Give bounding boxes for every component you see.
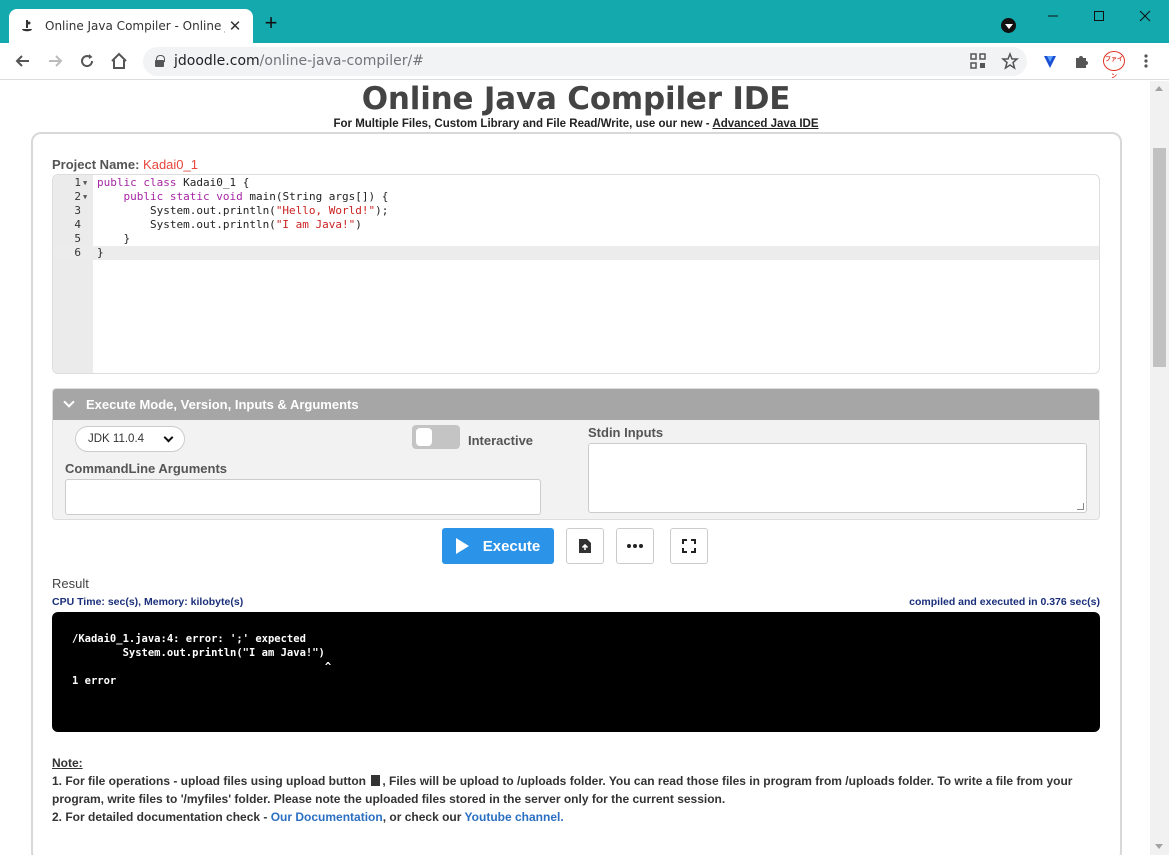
toggle-knob: [416, 428, 432, 446]
chevron-down-icon: [64, 398, 74, 408]
upload-file-button[interactable]: [566, 528, 604, 564]
browser-tab[interactable]: Online Java Compiler - Online Ja ✕: [9, 9, 253, 43]
maximize-icon[interactable]: [1089, 6, 1109, 26]
browser-titlebar: Online Java Compiler - Online Ja ✕ +: [0, 0, 1169, 43]
fullscreen-icon: [682, 539, 696, 553]
bookmark-star-icon[interactable]: [1001, 51, 1019, 70]
page-scrollbar[interactable]: [1150, 81, 1169, 855]
fold-arrow-icon[interactable]: ▼: [83, 190, 87, 204]
interactive-toggle[interactable]: [412, 425, 460, 449]
code-line[interactable]: 2 ▼ public static void main(String args[]…: [53, 190, 1099, 204]
note-heading: Note:: [52, 756, 83, 770]
extension-heart-icon[interactable]: [1041, 52, 1059, 70]
stdin-inputs-label: Stdin Inputs: [588, 425, 664, 440]
more-options-button[interactable]: [616, 528, 654, 564]
fold-arrow-icon[interactable]: ▼: [83, 176, 87, 190]
cpu-memory-stats: CPU Time: sec(s), Memory: kilobyte(s): [52, 596, 244, 608]
code-editor[interactable]: 1 ▼ public class Kadai0_1 { 2 ▼ public sta…: [52, 174, 1100, 374]
extension-badge-icon[interactable]: ファイン: [1103, 51, 1125, 80]
cmdline-args-input[interactable]: [65, 479, 541, 515]
project-name[interactable]: Kadai0_1: [143, 157, 198, 172]
forward-arrow-icon[interactable]: [45, 51, 65, 71]
address-bar[interactable]: jdoodle.com/online-java-compiler/#: [143, 47, 1027, 76]
code-line-active[interactable]: 6 }: [53, 246, 1099, 260]
scrollbar-thumb[interactable]: [1153, 148, 1166, 367]
cmdline-args-label: CommandLine Arguments: [65, 461, 228, 476]
url-text[interactable]: jdoodle.com/online-java-compiler/#: [174, 53, 424, 69]
code-line[interactable]: 3 System.out.println("Hello, World!");: [53, 204, 1099, 218]
jdk-version-select[interactable]: JDK 11.0.4: [75, 426, 185, 452]
lock-icon: [155, 55, 165, 67]
chevron-down-icon: [163, 432, 174, 443]
scroll-up-icon[interactable]: [1155, 86, 1163, 91]
stdin-inputs-textarea[interactable]: [588, 443, 1087, 513]
scroll-down-icon[interactable]: [1155, 844, 1163, 849]
documentation-link[interactable]: Our Documentation: [271, 810, 383, 824]
tab-title: Online Java Compiler - Online Ja: [45, 19, 225, 33]
note-item: 1. For file operations - upload files us…: [52, 774, 1073, 806]
interactive-label: Interactive: [468, 433, 534, 448]
output-terminal[interactable]: /Kadai0_1.java:4: error: ';' expected Sy…: [52, 612, 1100, 732]
result-label: Result: [52, 576, 89, 591]
upload-file-icon: [371, 775, 381, 786]
tab-search-icon[interactable]: [1001, 18, 1016, 33]
code-line[interactable]: 1 ▼ public class Kadai0_1 {: [53, 176, 1099, 190]
reload-icon[interactable]: [77, 51, 97, 71]
youtube-channel-link[interactable]: Youtube channel.: [465, 810, 564, 824]
resize-handle-icon[interactable]: [1077, 503, 1084, 510]
execution-time: compiled and executed in 0.376 sec(s): [909, 596, 1100, 608]
fullscreen-button[interactable]: [670, 528, 708, 564]
window-close-icon[interactable]: [1135, 6, 1155, 26]
jdoodle-favicon-icon: [19, 18, 35, 34]
tab-close-icon[interactable]: ✕: [227, 17, 243, 35]
code-line[interactable]: 4 System.out.println("I am Java!"): [53, 218, 1099, 232]
code-line[interactable]: 5 }: [53, 232, 1099, 246]
execute-button[interactable]: Execute: [442, 528, 554, 564]
page-viewport: Online Java Compiler IDE For Multiple Fi…: [0, 81, 1150, 855]
ellipsis-icon: [627, 544, 643, 548]
advanced-ide-link[interactable]: Advanced Java IDE: [712, 118, 818, 130]
home-icon[interactable]: [109, 51, 129, 71]
page-subtitle: For Multiple Files, Custom Library and F…: [333, 118, 819, 130]
browser-menu-icon[interactable]: [1141, 52, 1151, 70]
minimize-icon[interactable]: [1043, 6, 1063, 26]
qr-code-icon[interactable]: [969, 52, 987, 70]
upload-file-icon: [579, 539, 591, 553]
note-item: 2. For detailed documentation check - Ou…: [52, 810, 564, 824]
extensions-puzzle-icon[interactable]: [1072, 52, 1090, 70]
execute-options-header[interactable]: Execute Mode, Version, Inputs & Argument…: [53, 389, 1099, 420]
new-tab-button[interactable]: +: [261, 12, 281, 34]
back-arrow-icon[interactable]: [13, 51, 33, 71]
play-icon: [455, 538, 469, 554]
project-name-label: Project Name: Kadai0_1: [52, 157, 198, 172]
execute-options-panel: Execute Mode, Version, Inputs & Argument…: [52, 388, 1100, 520]
page-title: Online Java Compiler IDE: [361, 81, 791, 117]
browser-toolbar: jdoodle.com/online-java-compiler/# ファイン: [0, 43, 1169, 80]
